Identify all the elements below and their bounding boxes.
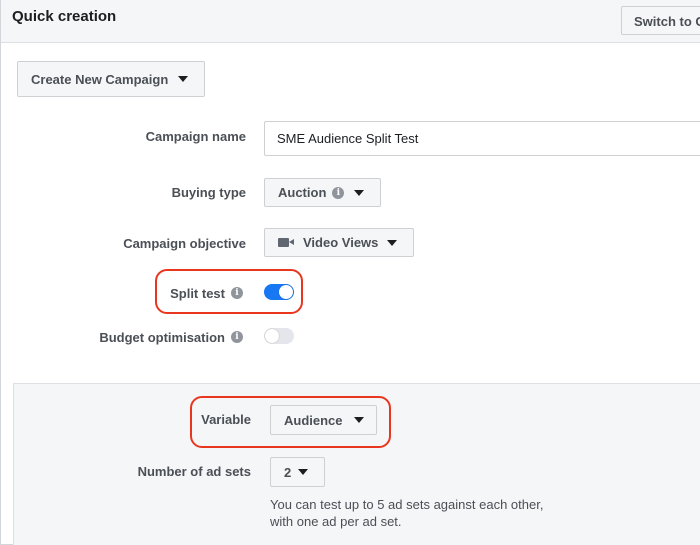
caret-down-icon <box>178 76 189 82</box>
variable-dropdown[interactable]: Audience <box>270 405 377 435</box>
budget-optimisation-label: Budget optimisation i <box>40 328 243 346</box>
campaign-objective-value: Video Views <box>303 235 379 250</box>
video-camera-icon <box>278 237 295 248</box>
ad-sets-value: 2 <box>284 464 292 480</box>
caret-down-icon <box>353 417 364 423</box>
create-new-campaign-button[interactable]: Create New Campaign <box>17 61 205 97</box>
campaign-objective-dropdown[interactable]: Video Views <box>264 228 414 257</box>
split-test-toggle[interactable] <box>264 284 294 300</box>
variable-label: Variable <box>201 411 251 427</box>
buying-type-dropdown[interactable]: Auction i <box>264 178 381 207</box>
info-icon[interactable]: i <box>231 331 243 343</box>
caret-down-icon <box>387 239 398 246</box>
toggle-knob <box>265 329 279 343</box>
buying-type-value: Auction <box>278 185 327 200</box>
info-icon[interactable]: i <box>231 287 243 299</box>
split-test-label: Split test i <box>60 284 243 302</box>
campaign-name-label: Campaign name <box>145 128 246 144</box>
info-icon[interactable]: i <box>332 186 345 199</box>
variable-value: Audience <box>284 412 343 428</box>
ad-sets-help-text: You can test up to 5 ad sets against eac… <box>270 497 544 529</box>
campaign-objective-label: Campaign objective <box>123 235 246 251</box>
ad-sets-dropdown[interactable]: 2 <box>270 457 325 487</box>
switch-creation-mode-button[interactable]: Switch to Guided creation <box>621 6 700 35</box>
buying-type-label: Buying type <box>171 184 246 200</box>
create-new-campaign-label: Create New Campaign <box>31 71 169 87</box>
page-title: Quick creation <box>12 8 117 25</box>
header-bar: Quick creation Switch to Guided creation <box>0 0 700 43</box>
number-of-ad-sets-label: Number of ad sets <box>137 463 251 479</box>
caret-down-icon <box>354 189 365 196</box>
caret-down-icon <box>298 469 309 475</box>
toggle-knob <box>279 285 293 299</box>
campaign-name-input[interactable] <box>264 121 700 156</box>
budget-optimisation-toggle[interactable] <box>264 328 294 344</box>
